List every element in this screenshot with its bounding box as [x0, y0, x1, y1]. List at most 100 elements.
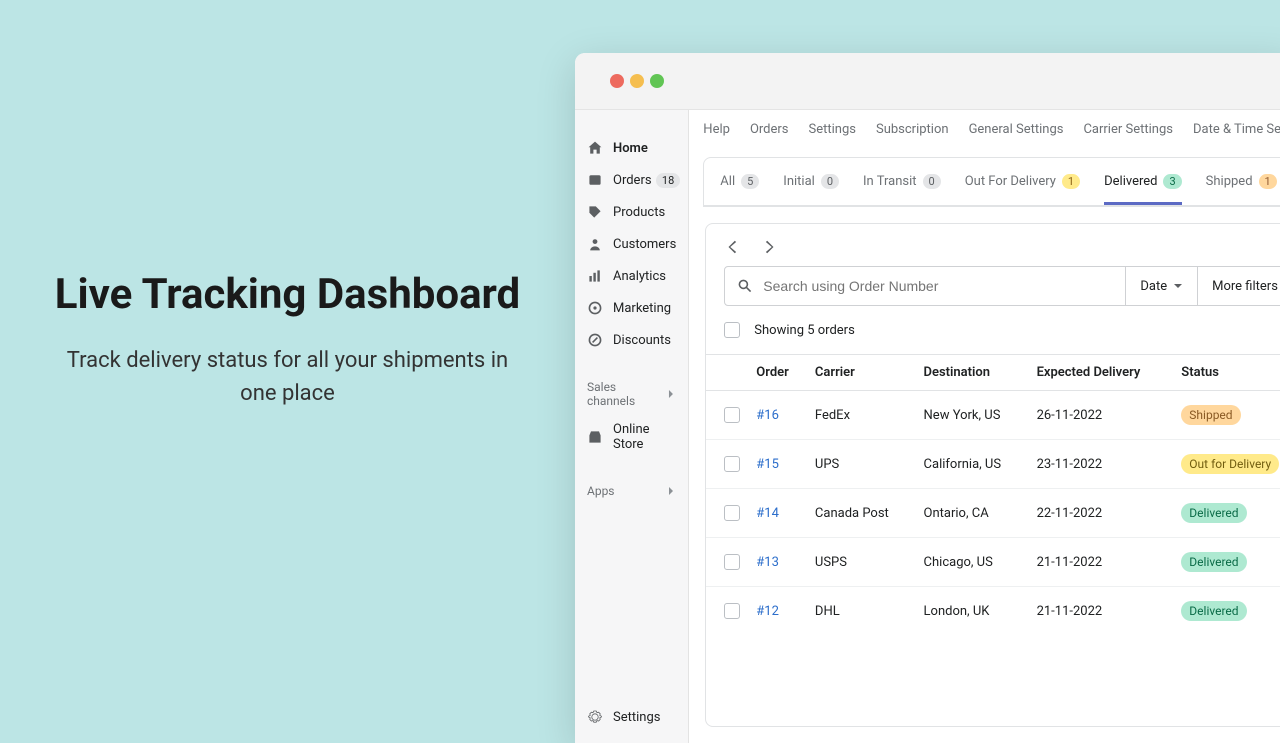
- cell-destination: New York, US: [916, 391, 1029, 440]
- search-icon: [737, 278, 753, 294]
- tab-count: 0: [923, 174, 941, 189]
- orders-count-badge: 18: [656, 173, 680, 188]
- cell-destination: Chicago, US: [916, 538, 1029, 587]
- cell-carrier: DHL: [807, 587, 916, 636]
- discounts-icon: [587, 332, 603, 348]
- tab-in-transit[interactable]: In Transit 0: [863, 158, 941, 205]
- topnav-general-settings[interactable]: General Settings: [969, 122, 1064, 137]
- filters-row: Date More filters: [724, 266, 1280, 306]
- chevron-right-icon: [666, 389, 676, 399]
- sidebar-item-label: Online Store: [613, 422, 676, 452]
- top-nav: Help Orders Settings Subscription Genera…: [689, 110, 1280, 137]
- tab-all[interactable]: All 5: [720, 158, 759, 205]
- order-link[interactable]: #14: [756, 506, 779, 521]
- topnav-subscription[interactable]: Subscription: [876, 122, 949, 137]
- topnav-carrier-settings[interactable]: Carrier Settings: [1083, 122, 1173, 137]
- col-status: Status: [1173, 355, 1280, 391]
- order-link[interactable]: #16: [756, 408, 779, 423]
- orders-card: Date More filters Showing 5 orders: [705, 223, 1280, 727]
- cell-destination: Ontario, CA: [916, 489, 1029, 538]
- order-link[interactable]: #12: [756, 604, 779, 619]
- cell-expected: 21-11-2022: [1029, 538, 1174, 587]
- status-badge: Delivered: [1181, 552, 1246, 572]
- col-destination: Destination: [916, 355, 1029, 391]
- sidebar-item-label: Marketing: [613, 301, 671, 316]
- cell-carrier: USPS: [807, 538, 916, 587]
- col-carrier: Carrier: [807, 355, 916, 391]
- sidebar-item-label: Discounts: [613, 333, 671, 348]
- col-expected: Expected Delivery: [1029, 355, 1174, 391]
- sidebar-item-settings[interactable]: Settings: [575, 701, 688, 743]
- tab-delivered[interactable]: Delivered 3: [1104, 158, 1182, 205]
- sidebar-item-label: Orders: [613, 173, 652, 188]
- orders-table: Order Carrier Destination Expected Deliv…: [706, 354, 1280, 635]
- maximize-icon[interactable]: [650, 74, 664, 88]
- search-box[interactable]: [725, 267, 1125, 305]
- row-checkbox[interactable]: [724, 554, 740, 570]
- table-row: #14Canada PostOntario, CA22-11-2022Deliv…: [706, 489, 1280, 538]
- cell-expected: 23-11-2022: [1029, 440, 1174, 489]
- app-window: Home Orders 18 Products Customers Analyt…: [575, 53, 1280, 743]
- customers-icon: [587, 236, 603, 252]
- col-order: Order: [748, 355, 807, 391]
- sidebar-item-label: Home: [613, 141, 648, 156]
- pager: [706, 224, 1280, 266]
- cell-expected: 26-11-2022: [1029, 391, 1174, 440]
- select-all-checkbox[interactable]: [724, 322, 740, 338]
- sidebar-item-orders[interactable]: Orders 18: [575, 164, 688, 196]
- showing-row: Showing 5 orders: [706, 306, 1280, 354]
- more-filters-button[interactable]: More filters: [1197, 267, 1280, 305]
- cell-destination: California, US: [916, 440, 1029, 489]
- topnav-help[interactable]: Help: [703, 122, 730, 137]
- sidebar-item-customers[interactable]: Customers: [575, 228, 688, 260]
- home-icon: [587, 140, 603, 156]
- status-badge: Out for Delivery: [1181, 454, 1279, 474]
- sidebar-item-label: Products: [613, 205, 665, 220]
- status-badge: Delivered: [1181, 503, 1246, 523]
- row-checkbox[interactable]: [724, 407, 740, 423]
- tab-count: 1: [1062, 174, 1080, 189]
- tab-count: 3: [1163, 174, 1181, 189]
- row-checkbox[interactable]: [724, 505, 740, 521]
- topnav-orders[interactable]: Orders: [750, 122, 789, 137]
- sidebar-item-home[interactable]: Home: [575, 132, 688, 164]
- tab-shipped[interactable]: Shipped 1: [1206, 158, 1277, 205]
- sidebar-section-sales-channels[interactable]: Sales channels: [575, 374, 688, 414]
- sidebar-item-label: Analytics: [613, 269, 666, 284]
- order-link[interactable]: #13: [756, 555, 779, 570]
- close-icon[interactable]: [610, 74, 624, 88]
- minimize-icon[interactable]: [630, 74, 644, 88]
- cell-expected: 22-11-2022: [1029, 489, 1174, 538]
- table-row: #15UPSCalifornia, US23-11-2022Out for De…: [706, 440, 1280, 489]
- tab-out-for-delivery[interactable]: Out For Delivery 1: [965, 158, 1080, 205]
- sidebar: Home Orders 18 Products Customers Analyt…: [575, 110, 689, 743]
- topnav-datetime-settings[interactable]: Date & Time Settings: [1193, 122, 1280, 137]
- row-checkbox[interactable]: [724, 456, 740, 472]
- topnav-settings[interactable]: Settings: [809, 122, 856, 137]
- tabs-container: All 5 Initial 0 In Transit 0 Out For Del…: [703, 157, 1280, 207]
- arrow-left-icon[interactable]: [724, 238, 742, 256]
- sidebar-item-products[interactable]: Products: [575, 196, 688, 228]
- main: Help Orders Settings Subscription Genera…: [689, 110, 1280, 743]
- sidebar-item-discounts[interactable]: Discounts: [575, 324, 688, 356]
- order-link[interactable]: #15: [756, 457, 779, 472]
- table-row: #12DHLLondon, UK21-11-2022Delivered: [706, 587, 1280, 636]
- sidebar-item-marketing[interactable]: Marketing: [575, 292, 688, 324]
- table-row: #16FedExNew York, US26-11-2022Shipped: [706, 391, 1280, 440]
- search-input[interactable]: [763, 278, 1113, 294]
- sidebar-section-apps[interactable]: Apps: [575, 478, 688, 504]
- tab-count: 5: [741, 174, 759, 189]
- sidebar-item-analytics[interactable]: Analytics: [575, 260, 688, 292]
- status-badge: Delivered: [1181, 601, 1246, 621]
- sidebar-item-label: Customers: [613, 237, 676, 252]
- caret-down-icon: [1173, 281, 1183, 291]
- date-filter-button[interactable]: Date: [1125, 267, 1197, 305]
- row-checkbox[interactable]: [724, 603, 740, 619]
- store-icon: [587, 429, 603, 445]
- arrow-right-icon[interactable]: [760, 238, 778, 256]
- orders-icon: [587, 172, 603, 188]
- sidebar-item-online-store[interactable]: Online Store: [575, 414, 688, 460]
- analytics-icon: [587, 268, 603, 284]
- tab-initial[interactable]: Initial 0: [783, 158, 839, 205]
- chevron-right-icon: [666, 486, 676, 496]
